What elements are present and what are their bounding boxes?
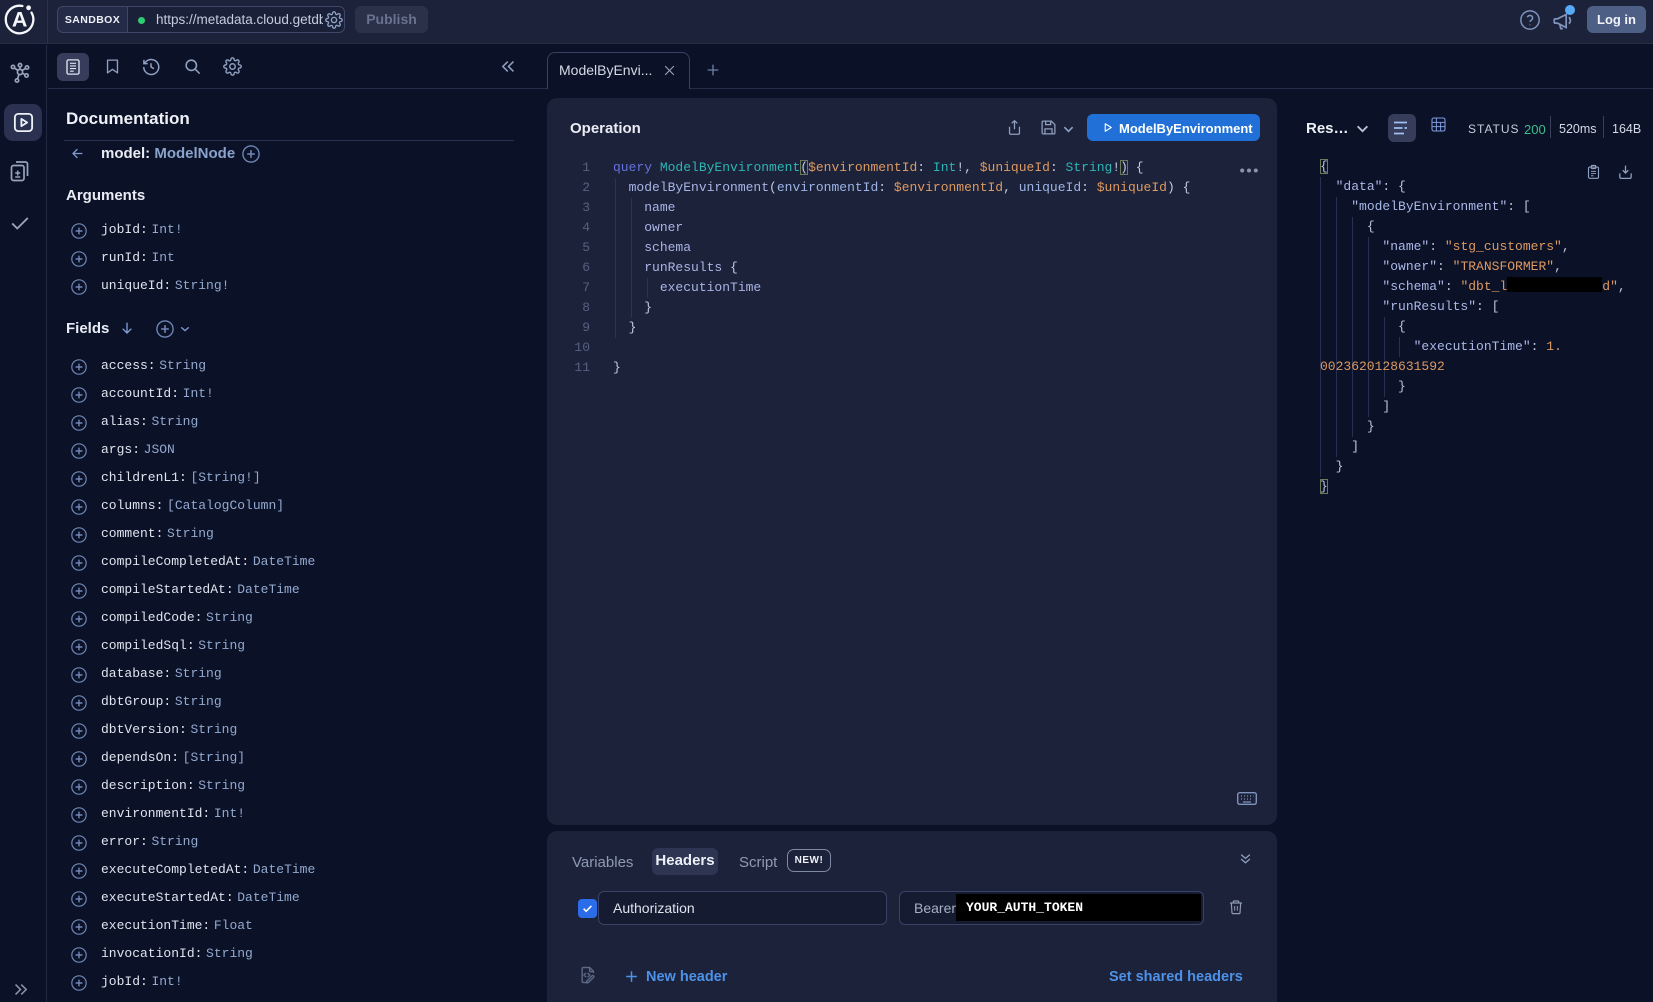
svg-text:A: A	[12, 8, 28, 32]
